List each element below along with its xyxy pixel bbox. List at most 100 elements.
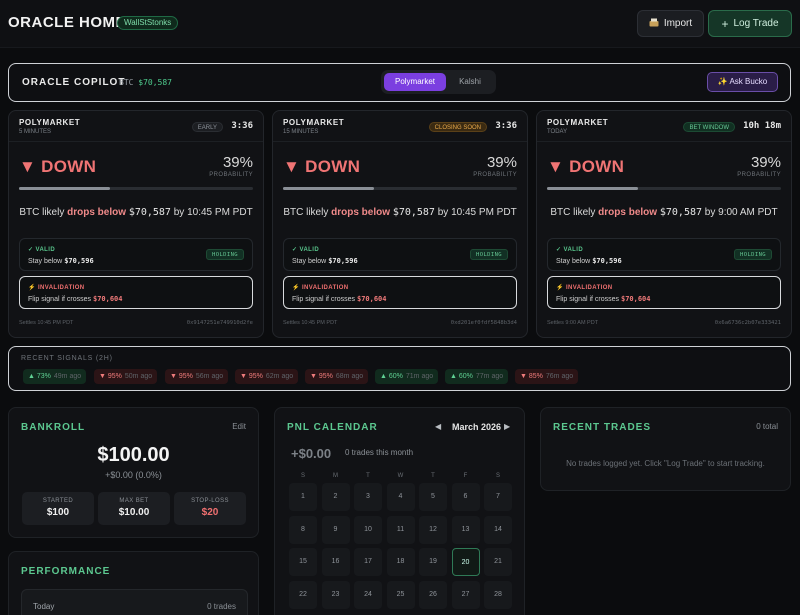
calendar-day[interactable]: 18 <box>386 548 415 576</box>
calendar-day[interactable]: 9 <box>321 515 350 544</box>
valid-price: $70,596 <box>328 257 358 265</box>
user-badge[interactable]: WallStStonks <box>117 16 179 30</box>
copilot-bar: ORACLE COPILOT BTC $70,587 Polymarket Ka… <box>8 63 791 102</box>
calendar-day[interactable]: 24 <box>354 580 382 609</box>
market-hash: 0x6a6736c2b07e333421 <box>714 320 781 326</box>
stat-started: STARTED $100 <box>22 492 94 525</box>
probability-bar <box>547 187 781 190</box>
calendar-day[interactable]: 12 <box>419 515 447 544</box>
signal-chip[interactable]: ▲ 60% 71m ago <box>375 369 439 384</box>
bankroll-panel: BANKROLL Edit $100.00 +$0.00 (0.0%) STAR… <box>8 407 259 538</box>
calendar-day[interactable]: 28 <box>484 580 512 609</box>
calendar-day[interactable]: 13 <box>451 515 480 544</box>
signal-chip[interactable]: ▼ 95% 68m ago <box>305 369 369 384</box>
market-card[interactable]: POLYMARKET 5 MINUTES EARLY 3:36 ▼ DOWN 39% PRO… <box>8 110 264 338</box>
calendar-total-pnl: +$0.00 <box>291 446 332 461</box>
summary-post: by 10:45 PM PDT <box>173 207 253 218</box>
signal-value: ▲ 60% <box>450 373 473 380</box>
calendar-day[interactable]: 23 <box>321 580 350 609</box>
market-card[interactable]: POLYMARKET 15 MINUTES CLOSING SOON 3:36 ▼ DO… <box>272 110 528 338</box>
bankroll-edit-link[interactable]: Edit <box>232 422 246 431</box>
market-card[interactable]: POLYMARKET TODAY BET WINDOW 10h 18m ▼ DOWN 39… <box>536 110 792 338</box>
signal-value: ▼ 95% <box>170 373 193 380</box>
invalidation-price: $70,604 <box>620 295 651 303</box>
valid-title: ✓ VALID <box>556 247 584 253</box>
import-button[interactable]: Import <box>637 10 704 37</box>
invalidation-detail: Flip signal if crosses $70,604 <box>292 295 387 303</box>
log-trade-button[interactable]: + Log Trade <box>708 10 792 37</box>
calendar-day[interactable]: 2 <box>321 483 350 511</box>
summary-action: drops below <box>331 207 391 218</box>
next-month-icon[interactable]: ▶ <box>504 422 510 431</box>
calendar-day[interactable]: 10 <box>354 515 382 544</box>
calendar-day[interactable]: 4 <box>386 483 415 511</box>
calendar-day[interactable]: 25 <box>386 580 415 609</box>
calendar-trade-count: 0 trades this month <box>345 448 414 457</box>
signal-age: 56m ago <box>195 373 224 380</box>
calendar-day[interactable]: 22 <box>289 580 317 609</box>
pnl-calendar-panel: PNL CALENDAR ◀ March 2026 ▶ +$0.00 0 tra… <box>274 407 525 615</box>
probability-bar <box>283 187 517 190</box>
signal-value: ▼ 95% <box>99 373 122 380</box>
log-trade-label: Log Trade <box>733 18 779 29</box>
valid-text: Stay below <box>556 258 591 265</box>
market-status-badge: BET WINDOW <box>683 122 735 132</box>
signal-chip[interactable]: ▼ 95% 56m ago <box>165 369 229 384</box>
signal-chip[interactable]: ▼ 85% 76m ago <box>515 369 579 384</box>
summary-price: $70,587 <box>128 207 171 218</box>
valid-box: ✓ VALID Stay below $70,596 HOLDING <box>283 238 517 271</box>
prev-month-icon[interactable]: ◀ <box>435 422 441 431</box>
market-summary: BTC likely drops below $70,587 by 9:00 A… <box>537 207 791 218</box>
signal-chip[interactable]: ▲ 60% 77m ago <box>445 369 509 384</box>
signal-chip[interactable]: ▼ 95% 62m ago <box>235 369 299 384</box>
weekday-label: F <box>463 473 468 479</box>
calendar-day[interactable]: 14 <box>484 515 512 544</box>
summary-price: $70,587 <box>659 207 703 218</box>
calendar-day[interactable]: 19 <box>419 548 447 576</box>
calendar-day[interactable]: 3 <box>354 483 382 511</box>
holding-badge: HOLDING <box>206 249 244 260</box>
calendar-day[interactable]: 7 <box>484 483 512 511</box>
market-timeframe: 15 MINUTES <box>283 129 319 135</box>
signal-value: ▼ 85% <box>520 373 543 380</box>
ask-bucko-button[interactable]: ✨ Ask Bucko <box>707 72 778 92</box>
calendar-day[interactable]: 26 <box>419 580 447 609</box>
calendar-day[interactable]: 21 <box>484 548 512 576</box>
calendar-day[interactable]: 8 <box>289 515 317 544</box>
calendar-month: March 2026 <box>452 422 502 432</box>
calendar-day[interactable]: 11 <box>386 515 415 544</box>
import-label: Import <box>663 18 693 29</box>
stat-max-bet: MAX BET $10.00 <box>98 492 170 525</box>
calendar-day[interactable]: 6 <box>451 483 480 511</box>
signal-chip[interactable]: ▼ 95% 50m ago <box>94 369 158 384</box>
calendar-day[interactable]: 17 <box>354 548 382 576</box>
calendar-day[interactable]: 5 <box>419 483 447 511</box>
invalidation-box: ⚡ INVALIDATION Flip signal if crosses $70… <box>19 276 253 309</box>
market-countdown: 10h 18m <box>743 121 781 131</box>
exchange-toggle: Polymarket Kalshi <box>381 70 496 94</box>
valid-text: Stay below <box>292 258 327 265</box>
signal-age: 49m ago <box>53 373 82 380</box>
signal-chip[interactable]: ▲ 73% 49m ago <box>23 369 87 384</box>
calendar-day[interactable]: 20 <box>451 548 480 576</box>
probability-bar-fill <box>19 187 111 190</box>
calendar-day[interactable]: 27 <box>451 580 480 609</box>
probability-label: PROBABILITY <box>737 172 781 178</box>
market-source: POLYMARKET <box>283 118 345 127</box>
performance-row-today[interactable]: Today 0 trades <box>21 589 248 615</box>
valid-detail: Stay below $70,596 <box>292 257 358 265</box>
calendar-day[interactable]: 15 <box>289 548 317 576</box>
btc-label: BTC <box>119 78 134 87</box>
btc-price: $70,587 <box>138 78 172 87</box>
calendar-day[interactable]: 1 <box>289 483 317 511</box>
tab-polymarket[interactable]: Polymarket <box>384 73 446 91</box>
recent-trades-empty: No trades logged yet. Click "Log Trade" … <box>566 459 765 468</box>
stat-label: STARTED <box>42 498 74 504</box>
weekday-label: W <box>397 473 404 479</box>
tab-kalshi[interactable]: Kalshi <box>447 73 493 91</box>
performance-panel: PERFORMANCE Today 0 trades <box>8 551 259 615</box>
calendar-day[interactable]: 16 <box>321 548 350 576</box>
weekday-label: T <box>366 473 370 479</box>
market-hash: 0x9147251e749910d2fe <box>186 320 253 326</box>
summary-pre: BTC likely <box>283 207 329 218</box>
